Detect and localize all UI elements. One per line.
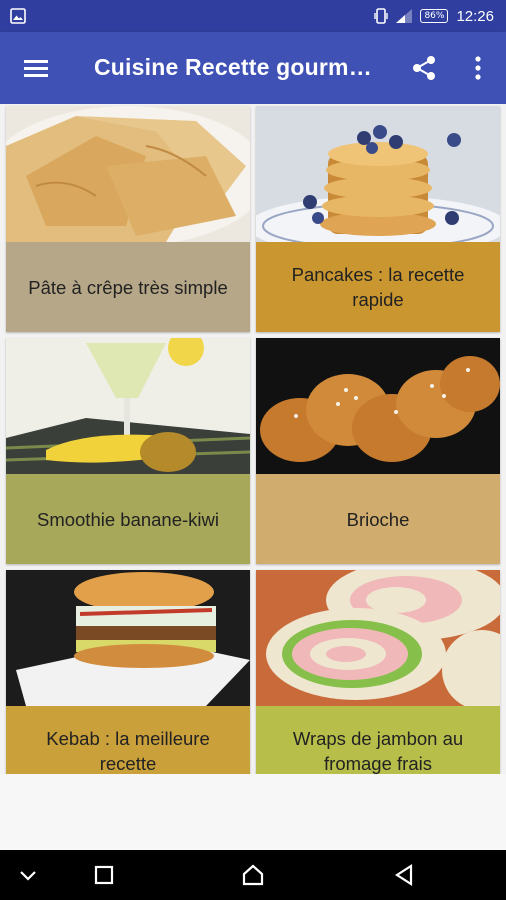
bottom-blank-area bbox=[0, 774, 506, 850]
kebab-image bbox=[6, 570, 250, 706]
battery-icon: 86% bbox=[420, 9, 449, 23]
hamburger-menu-icon[interactable] bbox=[22, 56, 50, 80]
home-icon[interactable] bbox=[241, 863, 265, 887]
pancakes-image bbox=[256, 106, 500, 242]
recipe-title: Smoothie banane-kiwi bbox=[6, 474, 250, 564]
vibrate-icon bbox=[374, 8, 389, 24]
more-options-icon[interactable] bbox=[468, 54, 488, 82]
status-time: 12:26 bbox=[456, 7, 494, 25]
recipe-card-brioche[interactable]: Brioche bbox=[256, 338, 500, 564]
recipe-card-pancakes[interactable]: Pancakes : la recette rapide bbox=[256, 106, 500, 332]
back-icon[interactable] bbox=[392, 863, 416, 887]
recipe-title: Pancakes : la recette rapide bbox=[256, 242, 500, 332]
recipe-card-kebab[interactable]: Kebab : la meilleure recette bbox=[6, 570, 250, 774]
recipe-title: Brioche bbox=[256, 474, 500, 564]
signal-icon bbox=[396, 9, 413, 23]
recipe-title: Wraps de jambon au fromage frais bbox=[256, 706, 500, 774]
crepe-image bbox=[6, 106, 250, 242]
recipe-grid: Pâte à crêpe très simple Pancakes : la r… bbox=[0, 104, 506, 774]
app-bar: Cuisine Recette gourm… bbox=[0, 32, 506, 104]
brioche-image bbox=[256, 338, 500, 474]
wraps-image bbox=[256, 570, 500, 706]
chevron-down-icon[interactable] bbox=[16, 863, 40, 887]
gallery-notification-icon bbox=[10, 8, 26, 24]
system-navigation-bar bbox=[0, 850, 506, 900]
app-title: Cuisine Recette gourm… bbox=[94, 54, 372, 80]
recipe-card-wraps[interactable]: Wraps de jambon au fromage frais bbox=[256, 570, 500, 774]
recipe-card-smoothie[interactable]: Smoothie banane-kiwi bbox=[6, 338, 250, 564]
smoothie-image bbox=[6, 338, 250, 474]
status-bar: 86% 12:26 bbox=[0, 0, 506, 32]
recent-apps-icon[interactable] bbox=[92, 863, 116, 887]
recipe-title: Kebab : la meilleure recette bbox=[6, 706, 250, 774]
share-icon[interactable] bbox=[410, 54, 438, 82]
recipe-title: Pâte à crêpe très simple bbox=[6, 242, 250, 332]
recipe-card-crepe[interactable]: Pâte à crêpe très simple bbox=[6, 106, 250, 332]
